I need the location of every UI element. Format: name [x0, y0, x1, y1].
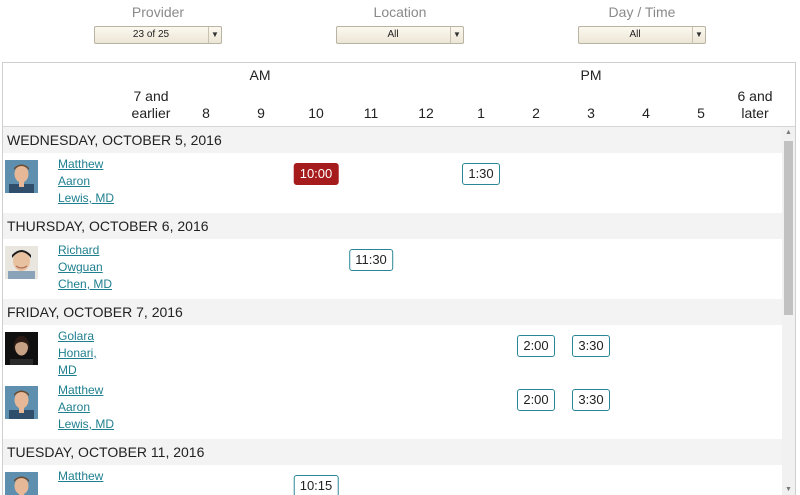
- schedule-body: WEDNESDAY, OCTOBER 5, 2016 Matthew Aaron Le…: [3, 127, 782, 495]
- provider-name-link[interactable]: Lewis, MD: [58, 417, 114, 431]
- provider-name-link[interactable]: Richard: [58, 243, 99, 257]
- vertical-scrollbar[interactable]: ▲ ▼: [782, 127, 795, 495]
- hour-3: 3: [587, 105, 595, 121]
- location-filter: Location All ▼: [336, 4, 464, 44]
- hour-12: 12: [418, 105, 434, 121]
- time-slot-button[interactable]: 10:15: [293, 475, 339, 495]
- hour-4: 4: [642, 105, 650, 121]
- time-slot-button[interactable]: 3:30: [572, 389, 610, 411]
- time-slot-button[interactable]: 2:00: [517, 389, 555, 411]
- hour-late-line1: 6 and: [737, 88, 773, 104]
- hour-early-line1: 7 and: [133, 88, 169, 104]
- avatar: [5, 386, 38, 419]
- avatar: [5, 472, 38, 495]
- day-header: FRIDAY, OCTOBER 7, 2016: [3, 299, 782, 325]
- provider-name: Matthew: [58, 468, 128, 485]
- daytime-filter-label: Day / Time: [608, 4, 676, 20]
- hour-9: 9: [257, 105, 265, 121]
- hour-1: 1: [477, 105, 485, 121]
- provider-filter-label: Provider: [131, 4, 185, 20]
- provider-name-link[interactable]: Chen, MD: [58, 277, 112, 291]
- provider-name-link[interactable]: Golara: [58, 329, 94, 343]
- pm-label: PM: [580, 67, 602, 83]
- location-select-value: All: [387, 29, 399, 40]
- time-slot-button[interactable]: 11:30: [349, 249, 393, 271]
- scroll-up-icon[interactable]: ▲: [782, 127, 795, 139]
- chevron-down-icon: ▼: [450, 27, 463, 43]
- schedule-grid: AM PM 7 and earlier 8 9 10 11 12 1 2 3 4…: [2, 62, 796, 495]
- selected-time-slot-button[interactable]: 10:00: [293, 163, 339, 185]
- provider-name-link[interactable]: MD: [58, 363, 77, 377]
- day-header: TUESDAY, OCTOBER 11, 2016: [3, 439, 782, 465]
- hour-late-line2: later: [741, 105, 769, 121]
- avatar: [5, 160, 38, 193]
- chevron-down-icon: ▼: [692, 27, 705, 43]
- provider-name-link[interactable]: Honari,: [58, 346, 97, 360]
- scroll-down-icon[interactable]: ▼: [782, 484, 795, 495]
- day-header: THURSDAY, OCTOBER 6, 2016: [3, 213, 782, 239]
- filter-bar: Provider 23 of 25 ▼ Location All ▼ Day /…: [0, 0, 800, 62]
- time-slot-button[interactable]: 2:00: [517, 335, 555, 357]
- provider-select[interactable]: 23 of 25 ▼: [94, 26, 222, 44]
- chevron-down-icon: ▼: [208, 27, 221, 43]
- provider-name: Golara Honari, MD: [58, 328, 128, 379]
- day-header: WEDNESDAY, OCTOBER 5, 2016: [3, 127, 782, 153]
- hour-10: 10: [308, 105, 324, 121]
- provider-name-link[interactable]: Owguan: [58, 260, 103, 274]
- provider-select-value: 23 of 25: [132, 29, 170, 40]
- provider-name-link[interactable]: Aaron: [58, 400, 90, 414]
- provider-name: Richard Owguan Chen, MD: [58, 242, 128, 293]
- provider-name-link[interactable]: Lewis, MD: [58, 191, 114, 205]
- time-slot-button[interactable]: 1:30: [462, 163, 500, 185]
- provider-filter: Provider 23 of 25 ▼: [94, 4, 222, 44]
- provider-name-link[interactable]: Aaron: [58, 174, 90, 188]
- provider-name-link[interactable]: Matthew: [58, 157, 103, 171]
- hour-8: 8: [202, 105, 210, 121]
- daytime-filter: Day / Time All ▼: [578, 4, 706, 44]
- hour-11: 11: [363, 105, 379, 121]
- hour-2: 2: [532, 105, 540, 121]
- provider-name-link[interactable]: Matthew: [58, 383, 103, 397]
- provider-name: Matthew Aaron Lewis, MD: [58, 156, 128, 207]
- am-label: AM: [249, 67, 271, 83]
- location-filter-label: Location: [373, 4, 427, 20]
- daytime-select-value: All: [629, 29, 641, 40]
- time-slot-button[interactable]: 3:30: [572, 335, 610, 357]
- time-header: AM PM 7 and earlier 8 9 10 11 12 1 2 3 4…: [3, 63, 795, 127]
- provider-name: Matthew Aaron Lewis, MD: [58, 382, 128, 433]
- hour-early-line2: earlier: [131, 105, 171, 121]
- avatar: [5, 332, 38, 365]
- scrollbar-thumb[interactable]: [784, 141, 793, 315]
- daytime-select[interactable]: All ▼: [578, 26, 706, 44]
- provider-name-link[interactable]: Matthew: [58, 469, 103, 483]
- avatar: [5, 246, 38, 279]
- hour-5: 5: [697, 105, 705, 121]
- location-select[interactable]: All ▼: [336, 26, 464, 44]
